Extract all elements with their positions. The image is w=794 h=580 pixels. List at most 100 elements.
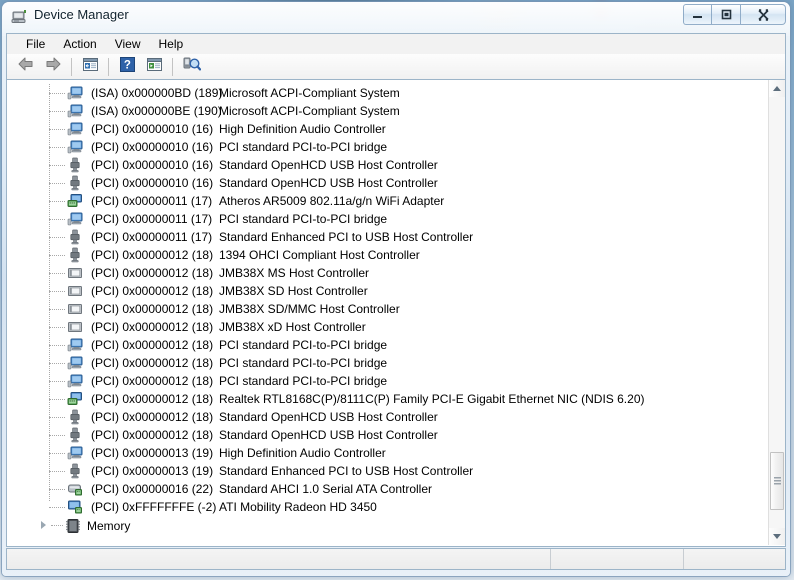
device-name: JMB38X SD Host Controller [219, 284, 368, 298]
question-mark-icon: ? [119, 56, 135, 77]
acpi-device-icon [67, 445, 83, 461]
help-button[interactable]: ? [114, 55, 140, 79]
tree-row[interactable]: (PCI) 0x00000013 (19) High Definition Au… [7, 444, 769, 462]
resource-value: (PCI) 0x00000016 (22) [91, 482, 214, 496]
tree-elbow [49, 336, 65, 346]
tree-elbow [49, 354, 65, 364]
device-name: ATI Mobility Radeon HD 3450 [219, 500, 377, 514]
properties-button[interactable] [77, 55, 103, 79]
tree-row[interactable]: (PCI) 0x00000012 (18) PCI standard PCI-t… [7, 372, 769, 390]
tree-row[interactable]: (PCI) 0x00000012 (18) Realtek RTL8168C(P… [7, 390, 769, 408]
device-name: Standard OpenHCD USB Host Controller [219, 428, 438, 442]
tree-row[interactable]: (PCI) 0x00000012 (18) PCI standard PCI-t… [7, 336, 769, 354]
minimize-button[interactable] [683, 4, 712, 25]
forward-button[interactable] [40, 55, 66, 79]
resource-value: (PCI) 0x00000012 (18) [91, 392, 214, 406]
device-name: PCI standard PCI-to-PCI bridge [219, 338, 388, 352]
tree-row[interactable]: (PCI) 0x00000012 (18) Standard OpenHCD U… [7, 408, 769, 426]
network-device-icon [67, 193, 83, 209]
resource-value: (PCI) 0x00000012 (18) [91, 374, 214, 388]
resource-value: (PCI) 0x00000012 (18) [91, 284, 214, 298]
scan-hardware-changes-button[interactable] [178, 55, 204, 79]
menu-item-view[interactable]: View [106, 35, 150, 53]
caption-button-group [683, 4, 786, 25]
tree-row[interactable]: (PCI) 0x00000011 (17) Atheros AR5009 802… [7, 192, 769, 210]
usb-device-icon [67, 157, 83, 173]
tree-row[interactable]: (PCI) 0x00000011 (17) PCI standard PCI-t… [7, 210, 769, 228]
forward-arrow-icon [44, 56, 62, 77]
device-name: Standard OpenHCD USB Host Controller [219, 410, 438, 424]
device-name: PCI standard PCI-to-PCI bridge [219, 374, 388, 388]
acpi-device-icon [67, 211, 83, 227]
tree-row[interactable]: (PCI) 0x00000010 (16) High Definition Au… [7, 120, 769, 138]
menu-item-help[interactable]: Help [150, 35, 193, 53]
tree-row[interactable]: (PCI) 0x00000012 (18) PCI standard PCI-t… [7, 354, 769, 372]
tree-row[interactable]: (PCI) 0x00000012 (18) JMB38X SD Host Con… [7, 282, 769, 300]
tree-row[interactable]: (PCI) 0x00000012 (18) JMB38X xD Host Con… [7, 318, 769, 336]
tree-elbow [49, 174, 65, 184]
scroll-thumb[interactable] [770, 452, 784, 510]
scroll-up-icon[interactable] [769, 80, 785, 97]
menu-bar: File Action View Help [6, 33, 786, 54]
maximize-button[interactable] [712, 4, 741, 25]
device-name: Standard OpenHCD USB Host Controller [219, 176, 438, 190]
menu-item-action[interactable]: Action [54, 35, 105, 53]
close-button[interactable] [741, 4, 786, 25]
tree-row[interactable]: (PCI) 0x00000012 (18) 1394 OHCI Complian… [7, 246, 769, 264]
tree-row[interactable]: (PCI) 0x00000010 (16) Standard OpenHCD U… [7, 174, 769, 192]
device-name: JMB38X xD Host Controller [219, 320, 366, 334]
resource-value: (PCI) 0x00000011 (17) [91, 194, 213, 208]
tree-elbow [49, 444, 65, 454]
back-button[interactable] [13, 55, 39, 79]
display-device-icon [67, 499, 83, 515]
tree-elbow [49, 102, 65, 112]
title-bar[interactable]: Device Manager [2, 2, 790, 32]
resource-value: (PCI) 0x00000012 (18) [91, 428, 214, 442]
tree-row[interactable]: (PCI) 0x00000013 (19) Standard Enhanced … [7, 462, 769, 480]
tree-row[interactable]: (PCI) 0x00000010 (16) PCI standard PCI-t… [7, 138, 769, 156]
resource-value: (PCI) 0x00000011 (17) [91, 230, 213, 244]
scan-button[interactable] [141, 55, 167, 79]
tree-node-memory[interactable]: Memory [7, 516, 769, 536]
usb-device-icon [67, 463, 83, 479]
acpi-device-icon [67, 355, 83, 371]
tree-row[interactable]: (PCI) 0xFFFFFFFE (-2) ATI Mobility Radeo… [7, 498, 769, 516]
back-arrow-icon [17, 56, 35, 77]
collapsed-triangle-icon[interactable] [41, 521, 46, 529]
tree-elbow [49, 318, 65, 328]
resource-value: (PCI) 0x00000012 (18) [91, 410, 214, 424]
device-tree-pane[interactable]: (ISA) 0x000000BD (189) Microsoft ACPI-Co… [6, 80, 786, 547]
device-name: Atheros AR5009 802.11a/g/n WiFi Adapter [219, 194, 445, 208]
tree-connector [51, 525, 63, 526]
tree-row[interactable]: (PCI) 0x00000011 (17) Standard Enhanced … [7, 228, 769, 246]
resource-value: (PCI) 0x00000012 (18) [91, 338, 214, 352]
menu-item-file[interactable]: File [17, 35, 54, 53]
tree-elbow [49, 210, 65, 220]
vertical-scrollbar[interactable] [768, 80, 785, 545]
tree-row[interactable]: (PCI) 0x00000012 (18) Standard OpenHCD U… [7, 426, 769, 444]
tree-row[interactable]: (ISA) 0x000000BD (189) Microsoft ACPI-Co… [7, 84, 769, 102]
resource-value: (PCI) 0x00000012 (18) [91, 320, 214, 334]
tree-row[interactable]: (PCI) 0x00000010 (16) Standard OpenHCD U… [7, 156, 769, 174]
device-name: PCI standard PCI-to-PCI bridge [219, 212, 388, 226]
scroll-down-icon[interactable] [769, 528, 785, 545]
acpi-device-icon [67, 139, 83, 155]
tree-row[interactable]: (PCI) 0x00000016 (22) Standard AHCI 1.0 … [7, 480, 769, 498]
card-reader-icon [67, 301, 83, 317]
resource-value: (PCI) 0x00000013 (19) [91, 446, 214, 460]
device-name: Standard Enhanced PCI to USB Host Contro… [219, 230, 474, 244]
window-title: Device Manager [34, 7, 129, 22]
tree-elbow [49, 264, 65, 274]
tree-elbow [49, 372, 65, 382]
device-name: JMB38X MS Host Controller [219, 266, 370, 280]
tree-row[interactable]: (ISA) 0x000000BE (190) Microsoft ACPI-Co… [7, 102, 769, 120]
tree-elbow [49, 408, 65, 418]
tree-row[interactable]: (PCI) 0x00000012 (18) JMB38X MS Host Con… [7, 264, 769, 282]
resource-value: (PCI) 0x00000010 (16) [91, 176, 214, 190]
device-name: Standard OpenHCD USB Host Controller [219, 158, 438, 172]
tree-row[interactable]: (PCI) 0x00000012 (18) JMB38X SD/MMC Host… [7, 300, 769, 318]
tree-elbow [49, 156, 65, 166]
device-tree: (ISA) 0x000000BD (189) Microsoft ACPI-Co… [7, 84, 769, 536]
toolbar-separator [71, 57, 72, 76]
toolbar: ? [6, 54, 786, 80]
